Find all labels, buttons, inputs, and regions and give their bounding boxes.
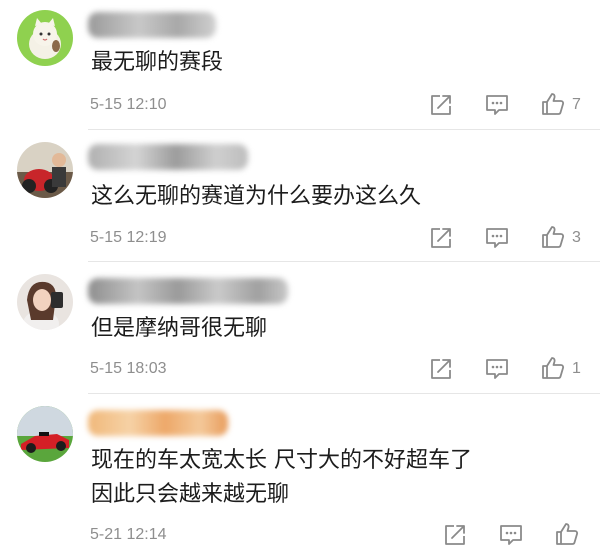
thumbs-up-icon[interactable] — [554, 521, 580, 547]
comment-timestamp: 5-15 12:10 — [90, 96, 167, 113]
comment-item: 但是摩纳哥很无聊 5-15 18:03 1 — [0, 262, 600, 394]
thumbs-up-icon[interactable] — [540, 224, 566, 250]
comment-text-line1: 现在的车太宽太长 尺寸大的不好超车了 — [91, 448, 472, 473]
share-icon[interactable] — [428, 225, 454, 251]
share-icon[interactable] — [428, 92, 454, 118]
like-count: 1 — [572, 360, 581, 377]
avatar[interactable] — [17, 406, 73, 462]
comment-icon[interactable] — [484, 225, 510, 251]
like-count: 3 — [572, 229, 581, 246]
avatar[interactable] — [17, 142, 73, 198]
username-blurred[interactable] — [88, 12, 216, 38]
comment-text: 这么无聊的赛道为什么要办这么久 — [91, 184, 422, 209]
comment-timestamp: 5-15 18:03 — [90, 360, 167, 377]
username-blurred[interactable] — [88, 410, 228, 436]
username-blurred[interactable] — [88, 144, 248, 170]
share-icon[interactable] — [442, 522, 468, 548]
comment-item: 最无聊的赛段 5-15 12:10 7 — [0, 0, 600, 130]
comment-icon[interactable] — [484, 92, 510, 118]
comment-item: 这么无聊的赛道为什么要办这么久 5-15 12:19 3 — [0, 130, 600, 262]
comment-icon[interactable] — [498, 522, 524, 548]
share-icon[interactable] — [428, 356, 454, 382]
avatar[interactable] — [17, 274, 73, 330]
comment-text: 但是摩纳哥很无聊 — [91, 316, 268, 341]
comment-timestamp: 5-15 12:19 — [90, 229, 167, 246]
comment-text: 最无聊的赛段 — [91, 50, 224, 75]
thumbs-up-icon[interactable] — [540, 355, 566, 381]
comment-icon[interactable] — [484, 356, 510, 382]
username-blurred[interactable] — [88, 278, 288, 304]
comment-text-line2: 因此只会越来越无聊 — [91, 482, 290, 507]
comment-timestamp: 5-21 12:14 — [90, 526, 167, 543]
avatar[interactable] — [17, 10, 73, 66]
thumbs-up-icon[interactable] — [540, 91, 566, 117]
comment-item: 现在的车太宽太长 尺寸大的不好超车了 因此只会越来越无聊 5-21 12:14 — [0, 394, 600, 559]
like-count: 7 — [572, 96, 581, 113]
